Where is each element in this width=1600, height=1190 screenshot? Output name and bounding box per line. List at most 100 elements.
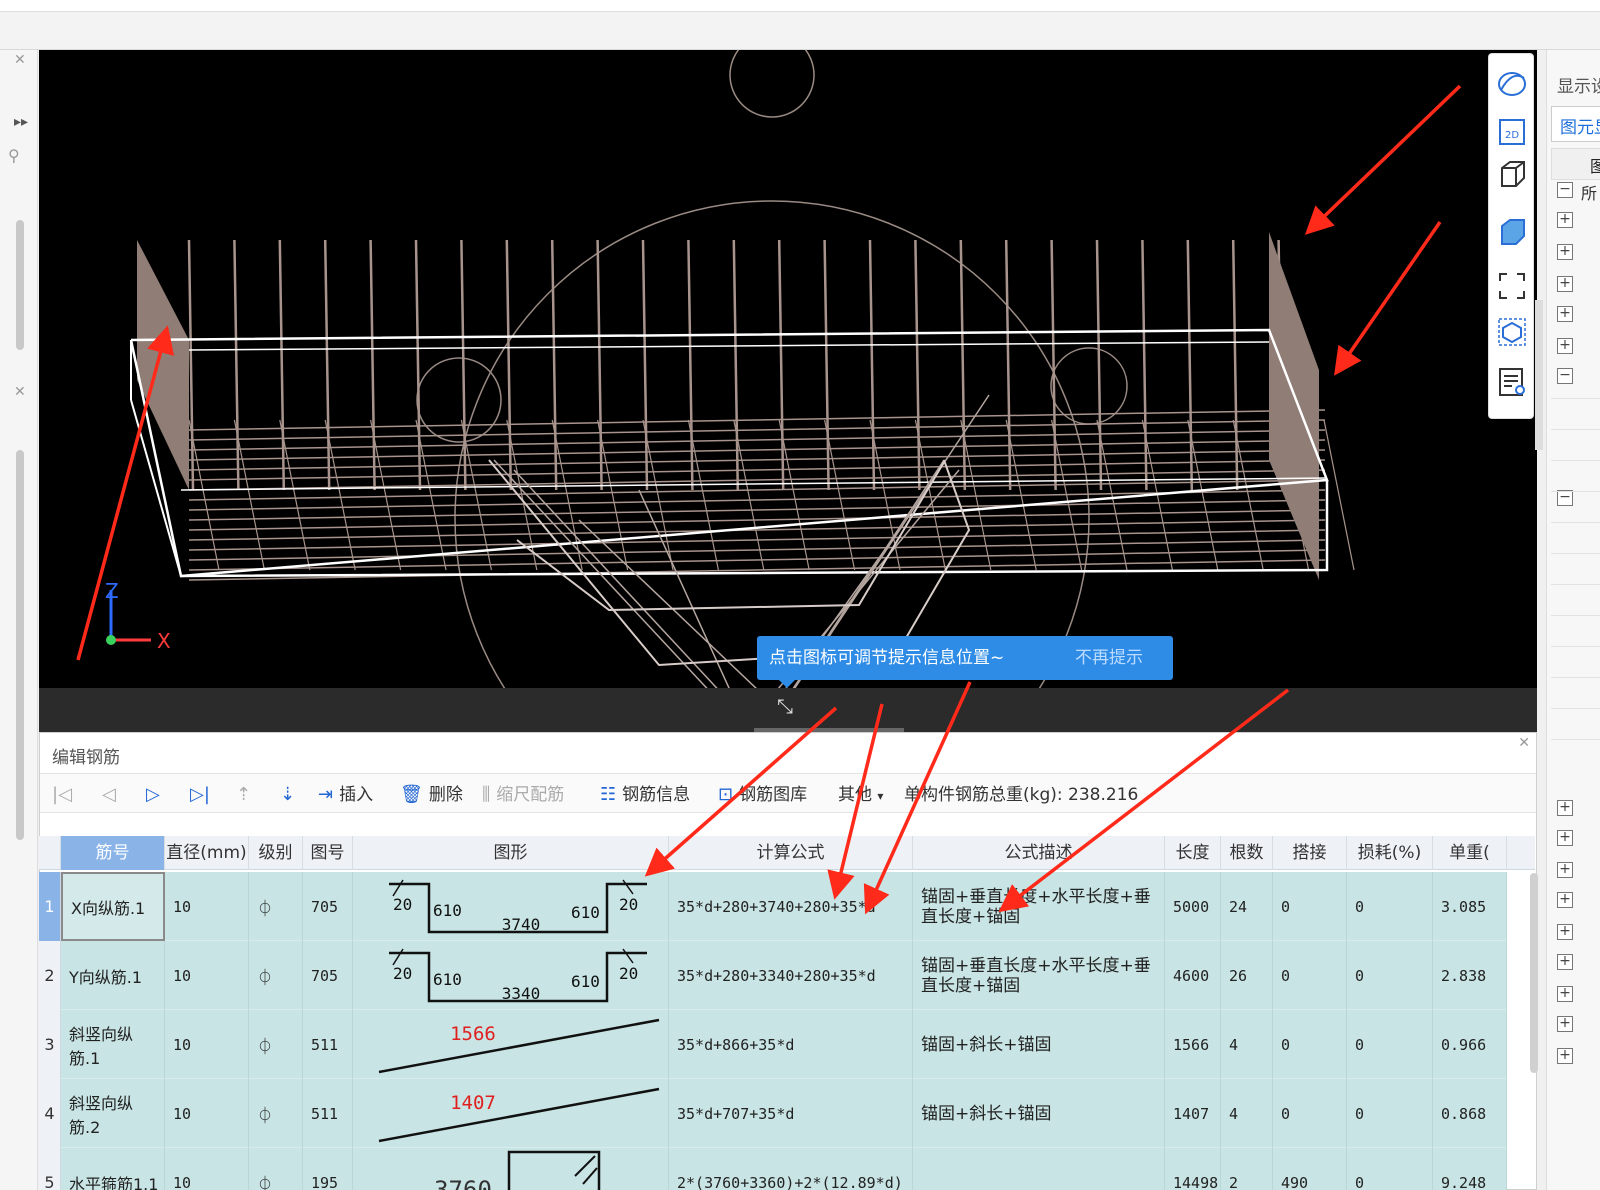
cell-formula[interactable]: 35*d+280+3340+280+35*d: [669, 941, 913, 1010]
cell-w[interactable]: 3.085: [1433, 872, 1507, 941]
cell-desc[interactable]: 锚固+垂直长度+水平长度+垂直长度+锚固: [913, 941, 1165, 1010]
fit-view-icon[interactable]: [1496, 270, 1528, 302]
orbit-icon[interactable]: [1496, 68, 1528, 100]
collapse-tree-icon[interactable]: −: [1557, 368, 1573, 384]
column-header[interactable]: 图形: [353, 836, 669, 870]
view-2d-icon[interactable]: 2D: [1496, 116, 1528, 148]
cell-loss[interactable]: 0: [1347, 872, 1433, 941]
cell-loss[interactable]: 0: [1347, 941, 1433, 1010]
tab-element-display[interactable]: 图元显: [1551, 106, 1600, 142]
cell-grade[interactable]: ⏀: [249, 941, 303, 1010]
cell-loss[interactable]: 0: [1347, 1010, 1433, 1079]
rebar-shape[interactable]: 20 610 3340 610 20: [353, 941, 669, 1010]
column-header[interactable]: 筋号: [61, 836, 165, 870]
cell-formula[interactable]: 35*d+280+3740+280+35*d: [669, 872, 913, 941]
cube-solid-icon[interactable]: [1496, 216, 1528, 248]
cell-w[interactable]: 2.838: [1433, 941, 1507, 1010]
cell-w[interactable]: 9.248: [1433, 1148, 1507, 1190]
column-header[interactable]: 单重(: [1433, 836, 1507, 870]
expand-icon[interactable]: +: [1557, 244, 1573, 260]
cell-count[interactable]: 4: [1221, 1010, 1273, 1079]
cell-formula[interactable]: 2*(3760+3360)+2*(12.89*d): [669, 1148, 913, 1190]
cell-name[interactable]: 斜竖向纵筋.1: [61, 1010, 165, 1079]
expand-icon[interactable]: +: [1557, 1016, 1573, 1032]
cell-dia[interactable]: 10: [165, 1079, 249, 1148]
table-row[interactable]: 4 斜竖向纵筋.2 10 ⏀ 511 1407 35*d+707+35*d 锚固+斜长+锚固 1…: [39, 1079, 1507, 1148]
rebar-shape[interactable]: 1407: [353, 1079, 669, 1148]
expand-icon[interactable]: +: [1557, 1048, 1573, 1064]
expand-icon[interactable]: +: [1557, 924, 1573, 940]
cell-grade[interactable]: ⏀: [249, 1010, 303, 1079]
cell-len[interactable]: 1566: [1165, 1010, 1221, 1079]
cell-name[interactable]: 斜竖向纵筋.2: [61, 1079, 165, 1148]
expand-icon[interactable]: +: [1557, 830, 1573, 846]
cell-dia[interactable]: 10: [165, 941, 249, 1010]
cell-desc[interactable]: 锚固+垂直长度+水平长度+垂直长度+锚固: [913, 872, 1165, 941]
cell-lap[interactable]: 490: [1273, 1148, 1347, 1190]
close-icon[interactable]: ✕: [14, 384, 26, 400]
cell-formula[interactable]: 35*d+866+35*d: [669, 1010, 913, 1079]
cell-count[interactable]: 26: [1221, 941, 1273, 1010]
cell-len[interactable]: 14498: [1165, 1148, 1221, 1190]
cell-dia[interactable]: 10: [165, 1148, 249, 1190]
cell-len[interactable]: 5000: [1165, 872, 1221, 941]
cell-lap[interactable]: 0: [1273, 941, 1347, 1010]
cell-desc[interactable]: [913, 1148, 1165, 1190]
expand-icon[interactable]: +: [1557, 212, 1573, 228]
3d-viewport[interactable]: ZX: [39, 50, 1537, 688]
column-header[interactable]: 根数: [1221, 836, 1273, 870]
left-scrollbar[interactable]: [16, 220, 24, 350]
cell-dia[interactable]: 10: [165, 872, 249, 941]
cell-fig[interactable]: 705: [303, 872, 353, 941]
column-header[interactable]: 公式描述: [913, 836, 1165, 870]
close-icon[interactable]: ✕: [14, 52, 26, 68]
cell-loss[interactable]: 0: [1347, 1148, 1433, 1190]
collapse-icon[interactable]: ⤡: [771, 694, 799, 722]
iso-view-icon[interactable]: [1496, 316, 1528, 348]
cell-fig[interactable]: 705: [303, 941, 353, 1010]
right-panel-splitter[interactable]: [1535, 300, 1543, 450]
cell-loss[interactable]: 0: [1347, 1079, 1433, 1148]
column-header[interactable]: 图号: [303, 836, 353, 870]
cell-w[interactable]: 0.966: [1433, 1010, 1507, 1079]
cell-name[interactable]: 水平箍筋1.1: [61, 1148, 165, 1190]
cell-fig[interactable]: 511: [303, 1079, 353, 1148]
cell-count[interactable]: 2: [1221, 1148, 1273, 1190]
rebar-shape[interactable]: 1566: [353, 1010, 669, 1079]
cell-count[interactable]: 24: [1221, 872, 1273, 941]
table-row[interactable]: 3 斜竖向纵筋.1 10 ⏀ 511 1566 35*d+866+35*d 锚固+斜长+锚固 1…: [39, 1010, 1507, 1079]
table-row[interactable]: 5 水平箍筋1.1 10 ⏀ 195 37603360 2*(3760+3360)+2*(1…: [39, 1148, 1507, 1190]
table-row[interactable]: 2 Y向纵筋.1 10 ⏀ 705 20 610 3340 610 20 35*d+280+3340…: [39, 941, 1507, 1010]
expand-icon[interactable]: +: [1557, 892, 1573, 908]
cell-len[interactable]: 4600: [1165, 941, 1221, 1010]
cell-count[interactable]: 4: [1221, 1079, 1273, 1148]
column-header[interactable]: 计算公式: [669, 836, 913, 870]
rebar-shape[interactable]: 20 610 3740 610 20: [353, 872, 669, 941]
cell-grade[interactable]: ⏀: [249, 872, 303, 941]
cell-len[interactable]: 1407: [1165, 1079, 1221, 1148]
dont-show-again-link[interactable]: 不再提示: [1075, 636, 1143, 680]
cell-formula[interactable]: 35*d+707+35*d: [669, 1079, 913, 1148]
expand-icon[interactable]: +: [1557, 800, 1573, 816]
expand-icon[interactable]: +: [1557, 954, 1573, 970]
cell-grade[interactable]: ⏀: [249, 1148, 303, 1190]
cell-grade[interactable]: ⏀: [249, 1079, 303, 1148]
cell-fig[interactable]: 511: [303, 1010, 353, 1079]
cell-desc[interactable]: 锚固+斜长+锚固: [913, 1079, 1165, 1148]
cube-outline-icon[interactable]: [1496, 158, 1528, 190]
display-settings-icon[interactable]: [1496, 366, 1528, 398]
column-header[interactable]: 长度: [1165, 836, 1221, 870]
cell-desc[interactable]: 锚固+斜长+锚固: [913, 1010, 1165, 1079]
left-scrollbar-2[interactable]: [16, 450, 24, 840]
collapse-tree-icon[interactable]: −: [1557, 490, 1573, 506]
expand-icon[interactable]: ▸▸: [14, 114, 28, 130]
expand-icon[interactable]: +: [1557, 338, 1573, 354]
column-header[interactable]: 级别: [249, 836, 303, 870]
cell-lap[interactable]: 0: [1273, 1079, 1347, 1148]
cell-dia[interactable]: 10: [165, 1010, 249, 1079]
cell-name[interactable]: X向纵筋.1: [61, 872, 165, 941]
expand-icon[interactable]: +: [1557, 276, 1573, 292]
column-header[interactable]: 损耗(%): [1347, 836, 1433, 870]
column-header[interactable]: 直径(mm): [165, 836, 249, 870]
cell-name[interactable]: Y向纵筋.1: [61, 941, 165, 1010]
